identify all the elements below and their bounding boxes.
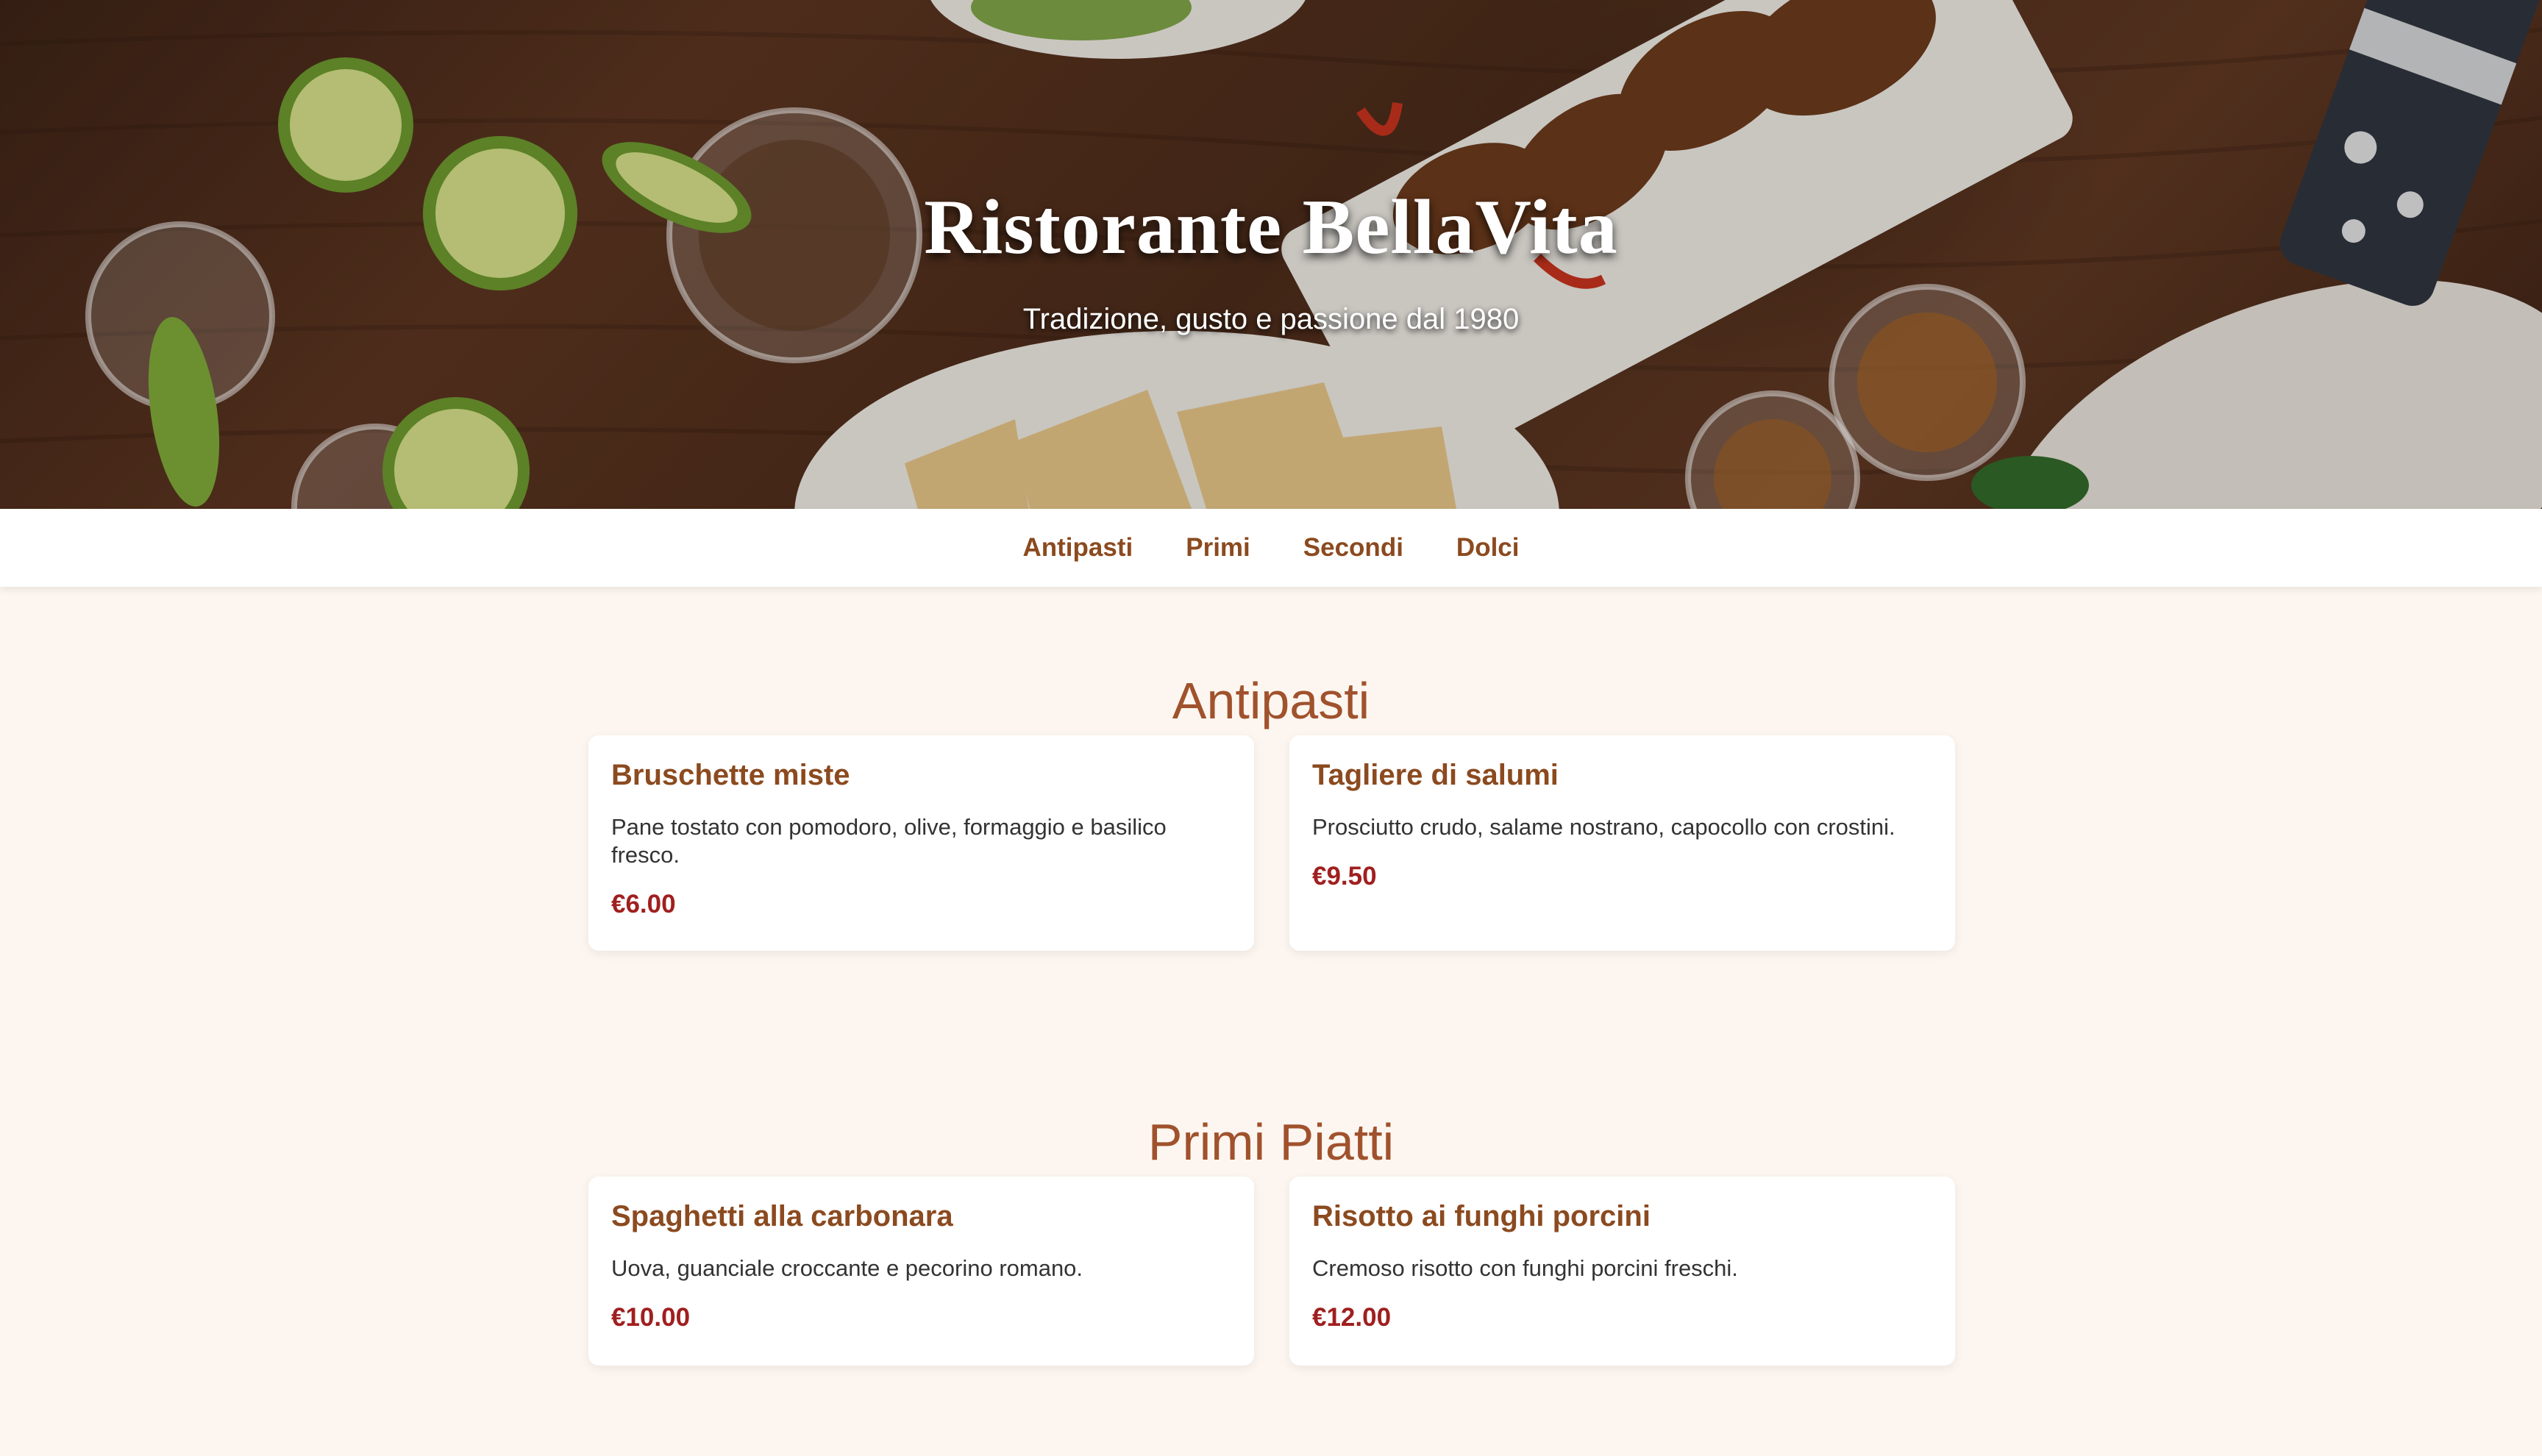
dish-price: €10.00 (611, 1303, 691, 1332)
section-title: Antipasti (1172, 672, 1370, 729)
dish-name: Spaghetti alla carbonara (611, 1200, 953, 1232)
dish-description: Uova, guanciale croccante e pecorino rom… (611, 1255, 1083, 1281)
hero-banner: Ristorante BellaVita Tradizione, gusto e… (0, 0, 2542, 509)
restaurant-tagline: Tradizione, gusto e passione dal 1980 (1022, 303, 1520, 335)
dish-price: €6.00 (611, 890, 676, 918)
section-antipasti: Antipasti Bruschette miste Pane tostato … (0, 668, 2542, 951)
nav-link-primi[interactable]: Primi (1186, 533, 1250, 563)
dish-card: Tagliere di salumi Prosciutto crudo, sal… (1289, 735, 1955, 951)
dish-price: €9.50 (1312, 862, 1377, 891)
restaurant-name: Ristorante BellaVita (924, 184, 1618, 270)
dish-card: Risotto ai funghi porcini Cremoso risott… (1289, 1177, 1955, 1366)
nav-link-antipasti[interactable]: Antipasti (1023, 533, 1133, 563)
dish-description: Prosciutto crudo, salame nostrano, capoc… (1312, 814, 1895, 840)
dish-name: Risotto ai funghi porcini (1312, 1200, 1651, 1232)
dish-name: Tagliere di salumi (1312, 759, 1559, 791)
section-title: Primi Piatti (1147, 1113, 1395, 1171)
dish-card: Spaghetti alla carbonara Uova, guanciale… (588, 1177, 1254, 1366)
section-primi-piatti: Primi Piatti Spaghetti alla carbonara Uo… (0, 1109, 2542, 1366)
nav-link-dolci[interactable]: Dolci (1456, 533, 1520, 563)
dish-description: Cremoso risotto con funghi porcini fresc… (1312, 1255, 1738, 1281)
nav-link-secondi[interactable]: Secondi (1303, 533, 1403, 563)
dish-list: Spaghetti alla carbonara Uova, guanciale… (588, 1177, 1955, 1366)
dish-list: Bruschette miste Pane tostato con pomodo… (588, 735, 1955, 951)
dish-price: €12.00 (1312, 1303, 1392, 1332)
dish-description: Pane tostato con pomodoro, olive, formag… (611, 814, 1167, 868)
dish-name: Bruschette miste (611, 759, 850, 791)
menu-category-nav: Antipasti Primi Secondi Dolci (0, 509, 2542, 587)
dish-card: Bruschette miste Pane tostato con pomodo… (588, 735, 1254, 951)
